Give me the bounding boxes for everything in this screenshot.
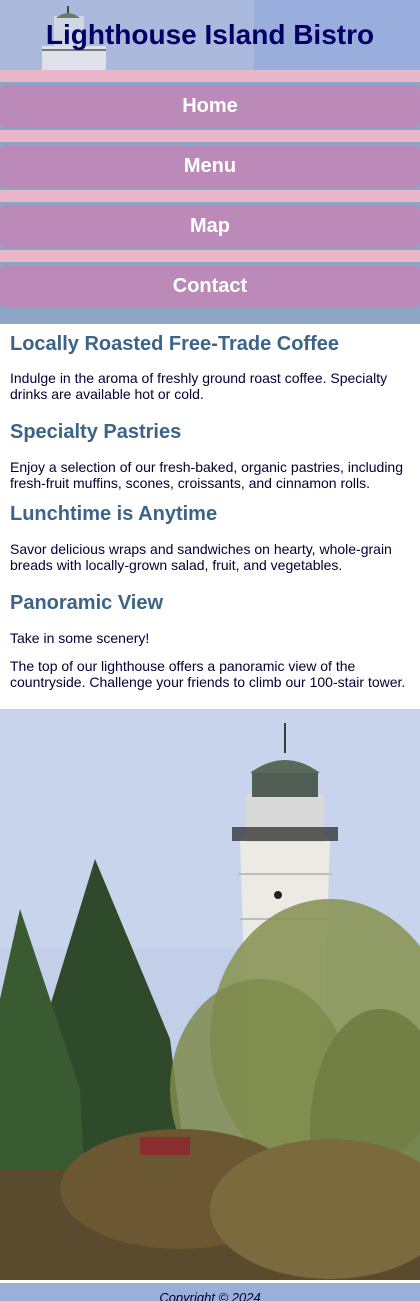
copyright-text: Copyright © 2024 bbox=[159, 1290, 261, 1301]
section-paragraph: Savor delicious wraps and sandwiches on … bbox=[10, 541, 392, 573]
nav-item-menu[interactable]: Menu bbox=[0, 145, 420, 188]
nav-item-map[interactable]: Map bbox=[0, 205, 420, 248]
lighthouse-illustration bbox=[0, 709, 420, 1280]
site-title: Lighthouse Island Bistro bbox=[45, 19, 375, 50]
section-paragraph: Indulge in the aroma of freshly ground r… bbox=[10, 370, 388, 402]
section-paragraph: Enjoy a selection of our fresh-baked, or… bbox=[10, 459, 403, 491]
nav-item-contact[interactable]: Contact bbox=[0, 265, 420, 308]
section-paragraph: The top of our lighthouse offers a panor… bbox=[10, 658, 406, 690]
section-heading: Locally Roasted Free-Trade Coffee bbox=[10, 333, 339, 355]
section-heading: Specialty Pastries bbox=[10, 421, 182, 443]
main-navigation: Home Menu Map Contact bbox=[0, 70, 420, 324]
nav-band bbox=[0, 310, 420, 324]
lighthouse-photo bbox=[0, 709, 420, 1280]
section-heading: Lunchtime is Anytime bbox=[10, 503, 218, 525]
section-paragraph: Take in some scenery! bbox=[10, 630, 150, 646]
nav-item-home[interactable]: Home bbox=[0, 85, 420, 128]
site-footer: Copyright © 2024 bbox=[0, 1280, 420, 1301]
main-content: Locally Roasted Free-Trade Coffee Indulg… bbox=[0, 324, 420, 709]
section-heading: Panoramic View bbox=[10, 592, 164, 614]
site-header: Lighthouse Island Bistro bbox=[0, 0, 420, 70]
